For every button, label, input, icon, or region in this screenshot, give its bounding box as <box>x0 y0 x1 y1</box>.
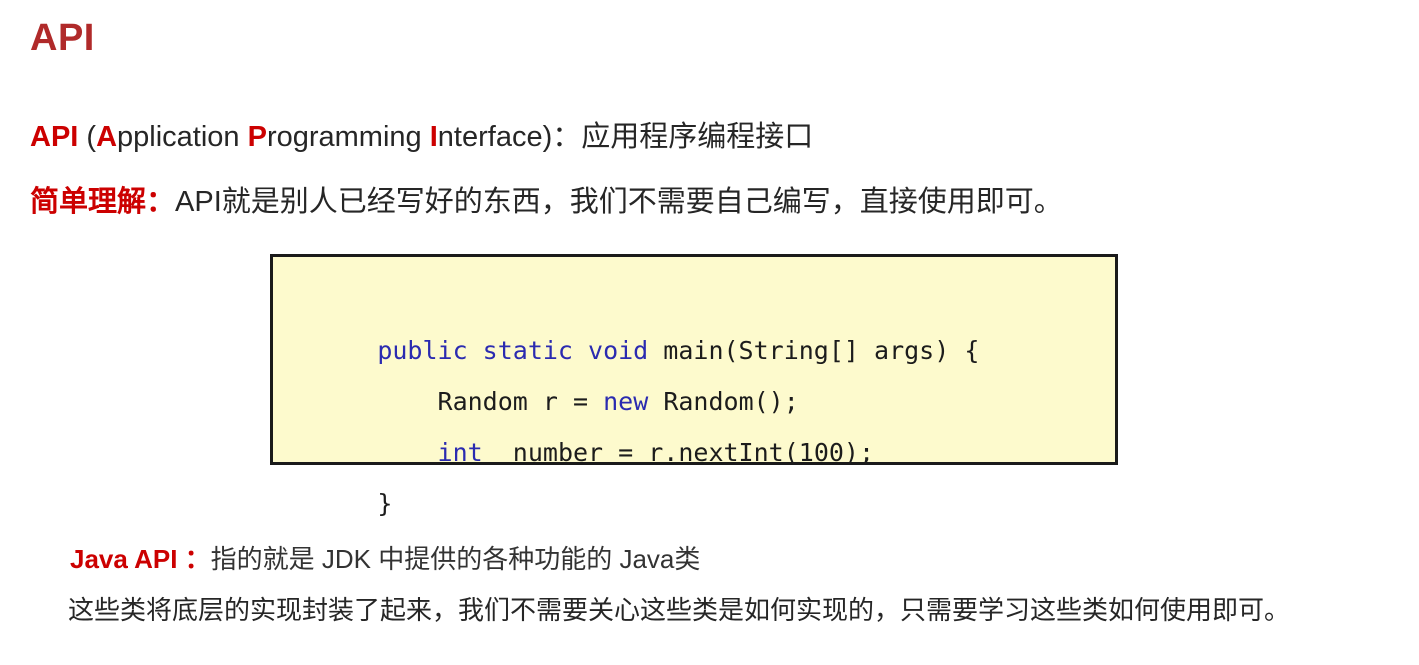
simple-explanation-body: API就是别人已经写好的东西，我们不需要自己编写，直接使用即可。 <box>175 186 1063 218</box>
java-api-label: Java API ： <box>70 544 211 574</box>
code-token-plain: } <box>377 489 393 518</box>
close-paren: ) <box>542 121 553 153</box>
simple-explanation-line: 简单理解：API就是别人已经写好的东西，我们不需要自己编写，直接使用即可。 <box>30 184 1063 220</box>
word-interface: nterface <box>437 121 543 153</box>
initial-a: A <box>96 121 118 153</box>
slide-canvas: API API (Application Programming Interfa… <box>0 0 1419 665</box>
initial-i: I <box>429 121 438 153</box>
code-token-plain: Random(); <box>663 387 799 416</box>
java-api-description: 这些类将底层的实现封装了起来，我们不需要关心这些类是如何实现的，只需要学习这些类… <box>68 595 1291 625</box>
definition-colon: ： <box>552 121 582 153</box>
code-token-keyword: public static void <box>377 336 664 365</box>
initial-p: P <box>247 121 267 153</box>
code-token-plain: Random r = <box>377 387 604 416</box>
code-line: public static void main(String[] args) { <box>287 274 1115 365</box>
word-application: pplication <box>117 121 248 153</box>
api-definition-line: API (Application Programming Interface)：… <box>30 119 813 155</box>
java-api-line: Java API ：指的就是 JDK 中提供的各种功能的 Java类 <box>70 543 700 576</box>
definition-chinese: 应用程序编程接口 <box>581 121 814 153</box>
code-token-plain: main(String[] args) { <box>663 336 980 365</box>
code-token-keyword: new <box>603 387 664 416</box>
api-abbr: API <box>30 121 79 153</box>
open-paren: ( <box>78 121 97 153</box>
simple-explanation-label: 简单理解： <box>30 186 176 218</box>
code-sample-block: public static void main(String[] args) {… <box>270 254 1118 518</box>
code-token-keyword: int <box>437 438 483 467</box>
java-api-body: 指的就是 JDK 中提供的各种功能的 Java类 <box>210 544 701 574</box>
code-token-plain: number = r.nextInt(100); <box>482 438 875 467</box>
page-title: API <box>30 17 95 59</box>
word-programming: rogramming <box>266 121 430 153</box>
